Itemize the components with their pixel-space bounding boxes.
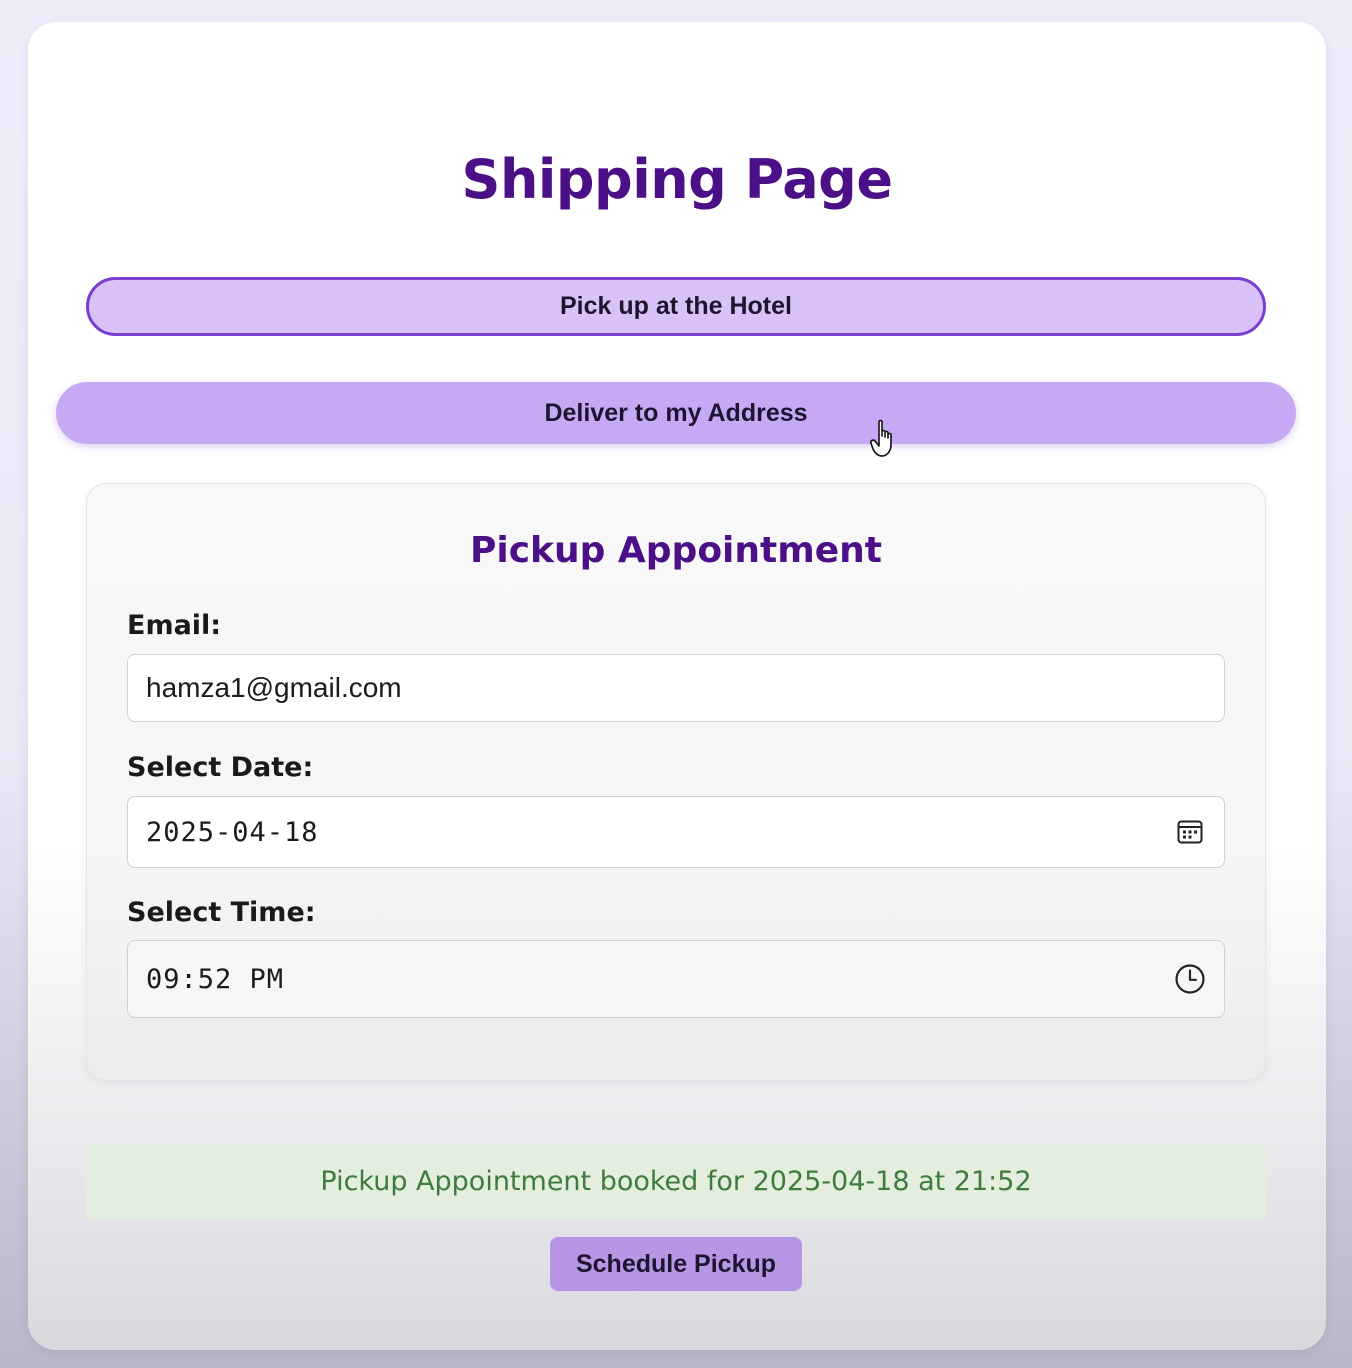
email-label: Email:: [127, 610, 222, 641]
pickup-at-hotel-button[interactable]: Pick up at the Hotel: [86, 277, 1266, 336]
schedule-pickup-label: Schedule Pickup: [575, 1249, 777, 1278]
date-value: 2025-04-18: [146, 816, 319, 848]
date-input[interactable]: 2025-04-18: [127, 796, 1225, 868]
deliver-to-address-button[interactable]: Deliver to my Address: [56, 382, 1296, 444]
clock-icon[interactable]: [1174, 963, 1206, 995]
schedule-pickup-button[interactable]: Schedule Pickup: [550, 1237, 802, 1291]
shipping-card: Shipping Page Pick up at the Hotel Deliv…: [28, 22, 1326, 1350]
calendar-icon[interactable]: [1174, 816, 1206, 848]
pickup-appointment-panel: Pickup Appointment Email: hamza1@gmail.c…: [86, 483, 1266, 1081]
deliver-to-address-label: Deliver to my Address: [544, 398, 808, 427]
date-label: Select Date:: [127, 752, 314, 783]
panel-title: Pickup Appointment: [469, 530, 882, 571]
email-value: hamza1@gmail.com: [146, 672, 402, 703]
time-label: Select Time:: [127, 897, 316, 928]
time-value: 09:52 PM: [146, 963, 285, 995]
time-input[interactable]: 09:52 PM: [127, 940, 1225, 1018]
booking-success-message: Pickup Appointment booked for 2025-04-18…: [86, 1144, 1266, 1219]
booking-success-text: Pickup Appointment booked for 2025-04-18…: [320, 1166, 1032, 1197]
hand-pointer-icon: [870, 418, 900, 460]
page-title: Shipping Page: [461, 148, 893, 211]
pickup-at-hotel-label: Pick up at the Hotel: [560, 292, 792, 320]
email-field[interactable]: hamza1@gmail.com: [127, 654, 1225, 722]
